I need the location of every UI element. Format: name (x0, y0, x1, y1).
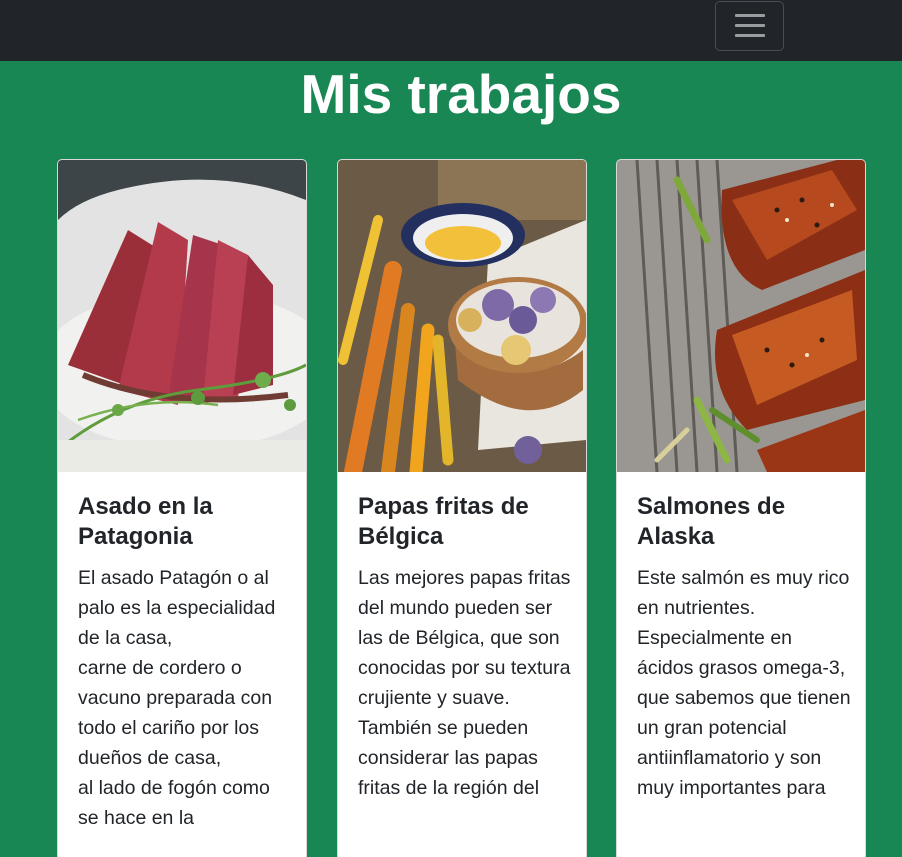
roasted-vegetables-and-chips-photo (338, 160, 586, 472)
card-title: Asado en la Patagonia (78, 493, 213, 550)
card-title: Salmones de Alaska (637, 493, 786, 550)
card-papas: Papas fritas de Bélgica Las mejores papa… (337, 159, 587, 857)
navbar (0, 0, 902, 61)
navbar-toggler-button[interactable] (715, 1, 784, 51)
hamburger-menu-icon (735, 14, 765, 38)
card-text: Las mejores papas fritas del mundo puede… (358, 567, 571, 799)
card-salmones: Salmones de Alaska Este salmón es muy ri… (616, 159, 866, 857)
glazed-salmon-fillets-photo (617, 160, 865, 472)
section-title: Mis trabajos (300, 63, 622, 125)
card-text: El asado Patagón o al palo es la especia… (78, 567, 276, 829)
sliced-seared-tuna-photo (58, 160, 306, 472)
card-asado: Asado en la Patagonia El asado Patagón o… (57, 159, 307, 857)
card-title: Papas fritas de Bélgica (358, 493, 529, 550)
card-text: Este salmón es muy rico en nutrientes. E… (637, 567, 851, 799)
